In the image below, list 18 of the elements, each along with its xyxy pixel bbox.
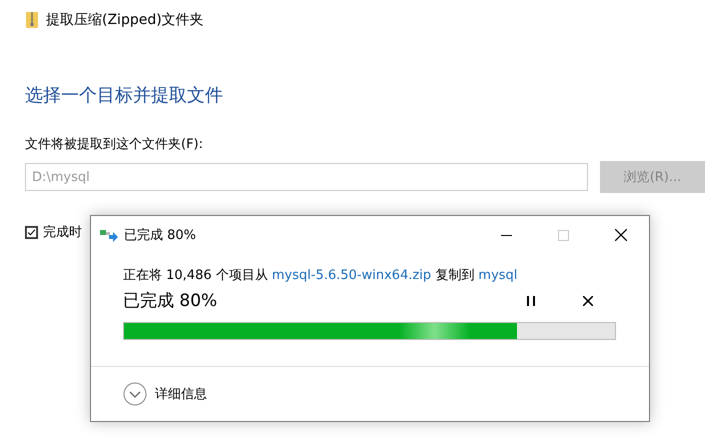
window-title: 提取压缩(Zipped)文件夹 bbox=[46, 11, 204, 29]
details-toggle[interactable]: 详细信息 bbox=[155, 385, 207, 403]
cancel-icon[interactable] bbox=[582, 296, 592, 306]
checkbox-label: 完成时 bbox=[43, 224, 82, 241]
link[interactable]: mysql bbox=[478, 268, 518, 283]
copy-progress-icon bbox=[100, 228, 118, 242]
close-icon[interactable] bbox=[614, 229, 626, 241]
expand-chevron-icon[interactable] bbox=[123, 382, 147, 406]
zip-folder-icon bbox=[26, 11, 38, 29]
copy-message: 正在将 10,486 个项目从 mysql-5.6.50-winx64.zip 复制到 mysql bbox=[123, 267, 518, 284]
dialog-heading: 选择一个目标并提取文件 bbox=[25, 84, 224, 107]
pause-icon[interactable] bbox=[526, 296, 534, 306]
minimize-icon[interactable] bbox=[501, 234, 512, 236]
progress-status: 已完成 80% bbox=[123, 290, 218, 312]
dialog-title: 已完成 80% bbox=[124, 227, 198, 244]
link[interactable]: mysql-5.6.50-winx64.zip bbox=[272, 268, 432, 283]
field-label: 文件将被提取到这个文件夹(F): bbox=[25, 136, 204, 153]
checkbox[interactable] bbox=[25, 226, 38, 238]
